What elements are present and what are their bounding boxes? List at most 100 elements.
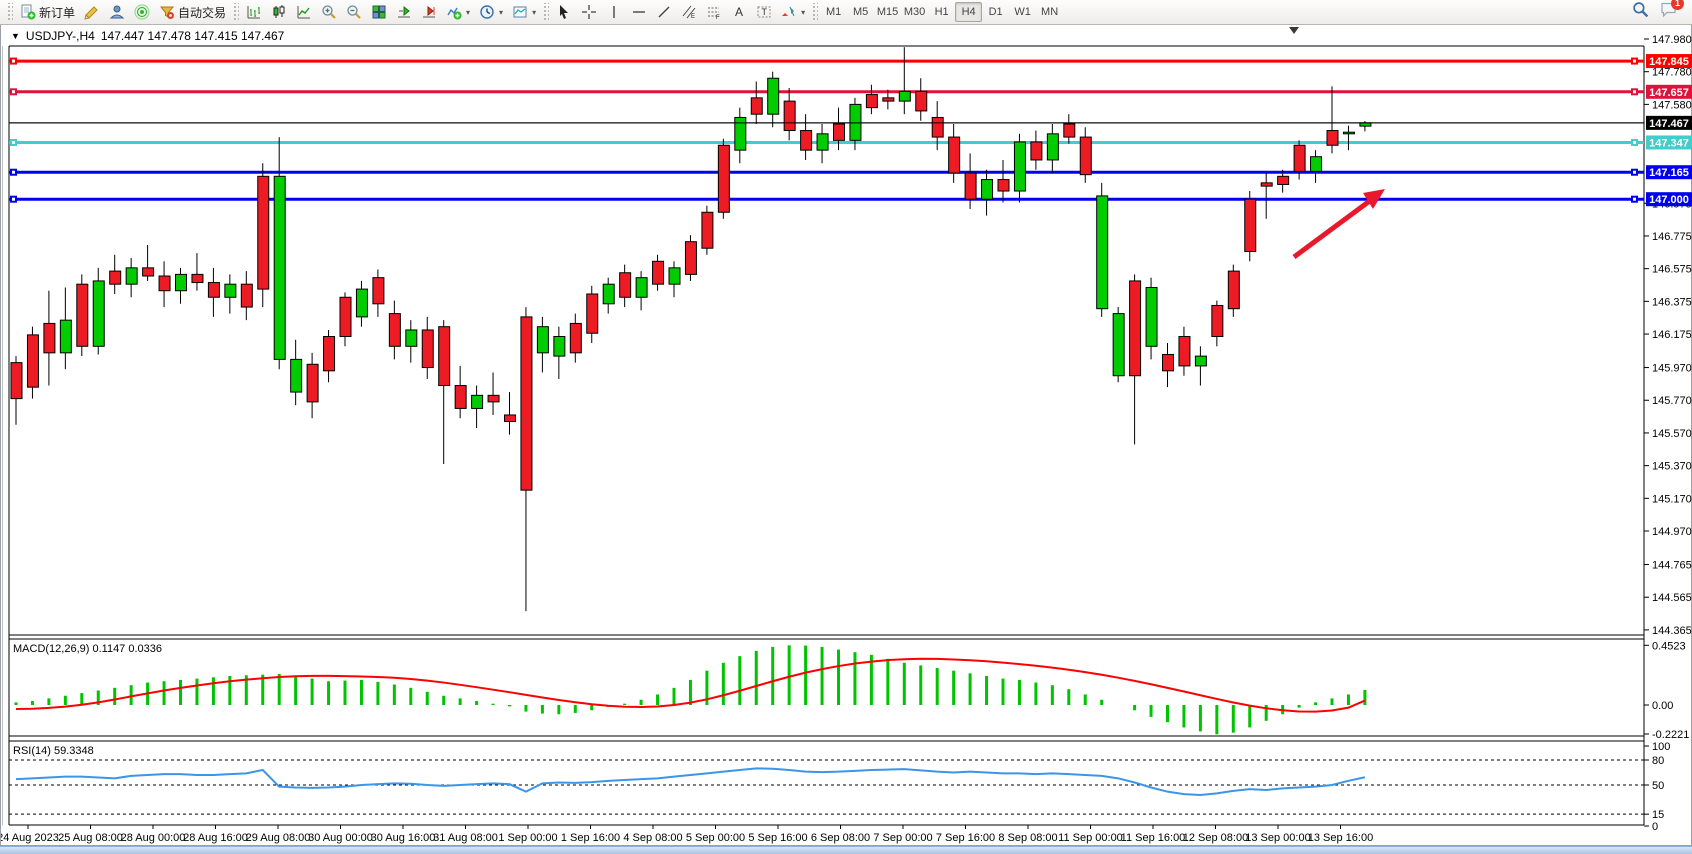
rsi-label: RSI(14) 59.3348: [13, 745, 94, 757]
new-order-button[interactable]: 新订单: [15, 1, 79, 23]
styler-button[interactable]: [79, 1, 104, 23]
toolbar-grip[interactable]: [542, 3, 549, 21]
svg-text:147.980: 147.980: [1652, 34, 1692, 46]
bar-chart-button[interactable]: [241, 1, 266, 23]
candle: [110, 271, 121, 284]
templates-button[interactable]: ▾: [507, 1, 540, 23]
periods-button[interactable]: ▾: [474, 1, 507, 23]
svg-text:146.175: 146.175: [1652, 329, 1692, 341]
candle: [587, 294, 598, 333]
svg-text:0: 0: [1652, 821, 1658, 833]
svg-text:28 Aug 16:00: 28 Aug 16:00: [183, 832, 248, 844]
trendline-icon: [655, 4, 672, 21]
candle: [521, 317, 532, 490]
svg-text:144.970: 144.970: [1652, 526, 1692, 538]
zoom-in-icon: [320, 4, 337, 21]
candle: [866, 95, 877, 108]
timeframe-h4-button[interactable]: H4: [955, 2, 982, 22]
market-signal-button[interactable]: [129, 1, 154, 23]
notification-badge: 1: [1671, 0, 1684, 10]
timeframe-h1-button[interactable]: H1: [928, 2, 955, 22]
timeframe-m30-button[interactable]: M30: [901, 2, 928, 22]
candle: [11, 363, 22, 399]
candles-icon: [270, 4, 287, 21]
candle: [1097, 196, 1108, 309]
candle: [389, 314, 400, 347]
svg-text:30 Aug 16:00: 30 Aug 16:00: [371, 832, 436, 844]
candle: [1130, 281, 1141, 376]
text-label-button[interactable]: T: [751, 1, 776, 23]
chart-collapse-icon[interactable]: ▼: [11, 31, 20, 41]
candle: [653, 261, 664, 284]
zoom-out-icon: [345, 4, 362, 21]
time-axis[interactable]: 24 Aug 202325 Aug 08:0028 Aug 00:0028 Au…: [1, 825, 1373, 844]
candle: [636, 278, 647, 298]
indicators-button[interactable]: ▾: [441, 1, 474, 23]
horizontal-lines: [9, 58, 1644, 203]
candlestick-chart-button[interactable]: [266, 1, 291, 23]
tile-windows-button[interactable]: [366, 1, 391, 23]
candle: [208, 283, 219, 298]
rsi-line: [16, 768, 1365, 795]
horizontal-line-button[interactable]: [626, 1, 651, 23]
timeframe-w1-button[interactable]: W1: [1009, 2, 1036, 22]
profile-button[interactable]: [104, 1, 129, 23]
candle: [718, 145, 729, 212]
fibonacci-button[interactable]: F: [701, 1, 726, 23]
candle: [1212, 305, 1223, 336]
autotrade-button[interactable]: 自动交易: [154, 1, 230, 23]
candle: [1294, 145, 1305, 171]
chart-canvas[interactable]: MACD(12,26,9) 0.1147 0.03360.45230.00-0.…: [1, 25, 1692, 846]
zoom-out-button[interactable]: [341, 1, 366, 23]
candle: [685, 242, 696, 275]
svg-text:147.580: 147.580: [1652, 99, 1692, 111]
svg-text:8 Sep 08:00: 8 Sep 08:00: [998, 832, 1057, 844]
line-chart-button[interactable]: [291, 1, 316, 23]
chart-shift-button[interactable]: [416, 1, 441, 23]
candle: [916, 91, 927, 111]
auto-scroll-button[interactable]: [391, 1, 416, 23]
trendline-button[interactable]: [651, 1, 676, 23]
svg-text:15: 15: [1652, 809, 1664, 821]
candle: [505, 415, 516, 422]
arrows-button[interactable]: ▾: [776, 1, 809, 23]
cursor-button[interactable]: [551, 1, 576, 23]
timeframe-m15-button[interactable]: M15: [874, 2, 901, 22]
candle: [1179, 336, 1190, 365]
chat-button[interactable]: 1: [1660, 1, 1678, 23]
svg-text:5 Sep 16:00: 5 Sep 16:00: [748, 832, 807, 844]
crosshair-button[interactable]: [576, 1, 601, 23]
window-bottom-edge: [0, 846, 1692, 854]
crayon-icon: [83, 4, 100, 21]
candle: [192, 274, 203, 282]
text-button[interactable]: A: [726, 1, 751, 23]
candle: [1228, 271, 1239, 309]
candle: [1047, 134, 1058, 160]
equidistant-channel-button[interactable]: E: [676, 1, 701, 23]
timeframe-mn-button[interactable]: MN: [1036, 2, 1063, 22]
candle: [669, 268, 680, 284]
toolbar-grip[interactable]: [811, 3, 818, 21]
svg-text:7 Sep 16:00: 7 Sep 16:00: [936, 832, 995, 844]
svg-text:25 Aug 08:00: 25 Aug 08:00: [58, 832, 123, 844]
search-button[interactable]: [1632, 1, 1650, 23]
svg-text:146.575: 146.575: [1652, 264, 1692, 276]
zoom-in-button[interactable]: [316, 1, 341, 23]
svg-text:0.00: 0.00: [1652, 700, 1673, 712]
candle: [1064, 124, 1075, 137]
candle: [1327, 131, 1338, 146]
timeframe-m5-button[interactable]: M5: [847, 2, 874, 22]
toolbar-grip[interactable]: [6, 3, 13, 21]
svg-text:144.565: 144.565: [1652, 592, 1692, 604]
timeframe-m1-button[interactable]: M1: [820, 2, 847, 22]
svg-text:31 Aug 08:00: 31 Aug 08:00: [433, 832, 498, 844]
toolbar-grip[interactable]: [232, 3, 239, 21]
svg-text:146.775: 146.775: [1652, 231, 1692, 243]
chart-window: ▼ USDJPY-,H4 147.447 147.478 147.415 147…: [0, 25, 1692, 846]
clock-icon: [478, 4, 495, 21]
main-toolbar: 新订单自动交易 ▾▾▾ EFAT▾ M1M5M15M30H1H4D1W1MN 1: [0, 0, 1692, 25]
vertical-line-button[interactable]: [601, 1, 626, 23]
chart-shift-marker-icon[interactable]: [1289, 27, 1299, 34]
timeframe-d1-button[interactable]: D1: [982, 2, 1009, 22]
candle: [751, 98, 762, 114]
